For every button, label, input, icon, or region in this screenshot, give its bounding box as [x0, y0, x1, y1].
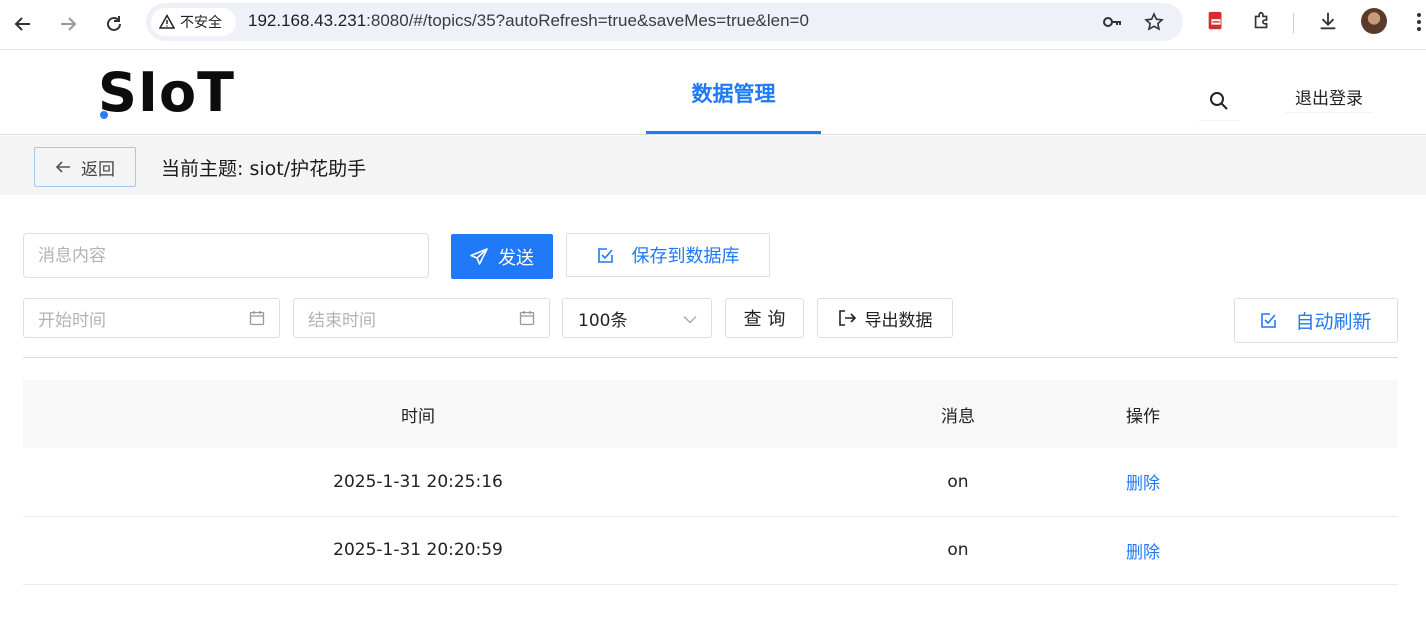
- checkbox-checked-icon: [1261, 313, 1277, 328]
- star-icon[interactable]: [1144, 12, 1164, 32]
- start-time-placeholder: 开始时间: [38, 310, 106, 331]
- start-time-picker[interactable]: 开始时间: [23, 298, 280, 338]
- url-path: :8080/#/topics/35?autoRefresh=true&saveM…: [366, 11, 809, 30]
- message-input[interactable]: [23, 233, 429, 278]
- security-label: 不安全: [180, 15, 222, 31]
- warning-icon: [159, 14, 175, 29]
- cell-message: on: [813, 448, 1103, 517]
- export-icon: [838, 310, 856, 326]
- url-host: 192.168.43.231: [248, 11, 367, 30]
- save-to-database-label: 保存到数据库: [631, 246, 740, 267]
- toolbar-divider: [1293, 13, 1294, 33]
- security-indicator[interactable]: 不安全: [151, 8, 236, 36]
- calendar-icon: [249, 311, 265, 326]
- address-bar[interactable]: 不安全 192.168.43.231:8080/#/topics/35?auto…: [146, 3, 1183, 41]
- profile-avatar[interactable]: [1361, 8, 1387, 34]
- back-button[interactable]: 返回: [34, 147, 136, 187]
- calendar-icon: [519, 311, 535, 326]
- back-button-label: 返回: [81, 159, 115, 180]
- send-button[interactable]: 发送: [451, 234, 553, 279]
- send-button-label: 发送: [498, 247, 534, 269]
- logout-button[interactable]: 退出登录: [1285, 81, 1373, 113]
- table-header-row: 时间 消息 操作: [23, 380, 1398, 448]
- siot-logo[interactable]: SIoT: [98, 65, 235, 121]
- puzzle-extension-icon[interactable]: [1250, 9, 1274, 33]
- record-limit-value: 100条: [578, 310, 628, 331]
- search-button[interactable]: [1199, 81, 1239, 121]
- query-button[interactable]: 查 询: [725, 298, 804, 338]
- auto-refresh-button[interactable]: 自动刷新: [1234, 298, 1398, 343]
- export-data-label: 导出数据: [864, 310, 933, 331]
- menu-kebab-icon[interactable]: [1412, 10, 1426, 34]
- pdf-extension-icon[interactable]: [1204, 9, 1228, 33]
- cell-time: 2025-1-31 20:20:59: [23, 516, 813, 585]
- auto-refresh-label: 自动刷新: [1295, 311, 1372, 333]
- end-time-placeholder: 结束时间: [308, 310, 376, 331]
- column-header-action: 操作: [1103, 380, 1183, 448]
- end-time-picker[interactable]: 结束时间: [293, 298, 550, 338]
- cell-action: 删除: [1103, 448, 1183, 517]
- column-header-time: 时间: [23, 380, 813, 448]
- app-header: SIoT 数据管理 退出登录: [0, 51, 1426, 135]
- back-arrow-icon[interactable]: [8, 9, 38, 39]
- key-icon[interactable]: [1102, 12, 1122, 32]
- messages-table: 时间 消息 操作 2025-1-31 20:25:16 on 删除 2025-1…: [23, 380, 1398, 585]
- cell-spacer: [1183, 448, 1398, 517]
- chevron-down-icon: [683, 316, 697, 324]
- forward-arrow-icon[interactable]: [53, 9, 83, 39]
- delete-link[interactable]: 删除: [1126, 474, 1160, 494]
- url-text[interactable]: 192.168.43.231:8080/#/topics/35?autoRefr…: [248, 11, 809, 31]
- export-data-button[interactable]: 导出数据: [817, 298, 953, 338]
- cell-message: on: [813, 516, 1103, 585]
- download-icon[interactable]: [1316, 9, 1340, 33]
- cell-time: 2025-1-31 20:25:16: [23, 448, 813, 517]
- arrow-left-icon: [55, 161, 70, 173]
- cell-spacer: [1183, 516, 1398, 585]
- section-divider: [23, 357, 1398, 358]
- active-tab-indicator: [646, 131, 821, 134]
- reload-icon[interactable]: [99, 9, 129, 39]
- current-topic-title: 当前主题: siot/护花助手: [161, 158, 367, 180]
- delete-link[interactable]: 删除: [1126, 543, 1160, 563]
- topic-subheader: 返回 当前主题: siot/护花助手: [0, 136, 1426, 195]
- column-header-message: 消息: [813, 380, 1103, 448]
- column-header-spacer: [1183, 380, 1398, 448]
- browser-toolbar: 不安全 192.168.43.231:8080/#/topics/35?auto…: [0, 0, 1426, 50]
- tab-data-management[interactable]: 数据管理: [646, 51, 821, 135]
- save-to-database-button[interactable]: 保存到数据库: [566, 233, 770, 277]
- cell-action: 删除: [1103, 516, 1183, 585]
- checkbox-checked-icon: [597, 247, 613, 263]
- logo-accent-dot: [100, 111, 108, 119]
- table-row: 2025-1-31 20:25:16 on 删除: [23, 448, 1398, 517]
- send-icon: [470, 247, 488, 265]
- table-row: 2025-1-31 20:20:59 on 删除: [23, 516, 1398, 585]
- record-limit-select[interactable]: 100条: [562, 298, 712, 338]
- search-icon: [1210, 91, 1228, 110]
